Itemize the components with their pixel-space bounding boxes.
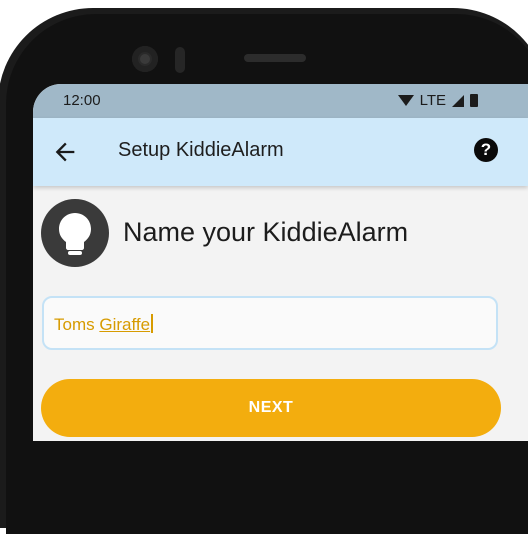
earpiece-speaker [244,54,306,62]
lightbulb-icon [59,213,91,255]
lightbulb-badge [41,199,109,267]
name-word-1: Toms [54,315,95,334]
battery-icon [470,94,478,107]
signal-icon [452,94,464,107]
wifi-icon [397,95,414,106]
network-label: LTE [419,92,446,109]
status-bar: 12:00 LTE [33,84,528,118]
name-word-2: Giraffe [99,315,151,334]
text-caret [151,314,153,333]
proximity-sensor [175,47,185,73]
status-icons: LTE [397,92,478,109]
front-camera [132,46,158,72]
page-heading: Name your KiddieAlarm [123,217,409,247]
back-arrow-icon[interactable] [51,138,79,166]
app-bar: Setup KiddieAlarm ? [33,118,528,186]
app-title: Setup KiddieAlarm [118,139,284,161]
next-button[interactable]: NEXT [41,379,501,437]
status-time: 12:00 [63,92,101,109]
alarm-name-value: Toms Giraffe [54,314,153,335]
help-icon[interactable]: ? [474,138,498,162]
alarm-name-input[interactable]: Toms Giraffe [42,296,498,350]
screen: 12:00 LTE Setup KiddieAlarm ? Name your … [33,84,528,441]
